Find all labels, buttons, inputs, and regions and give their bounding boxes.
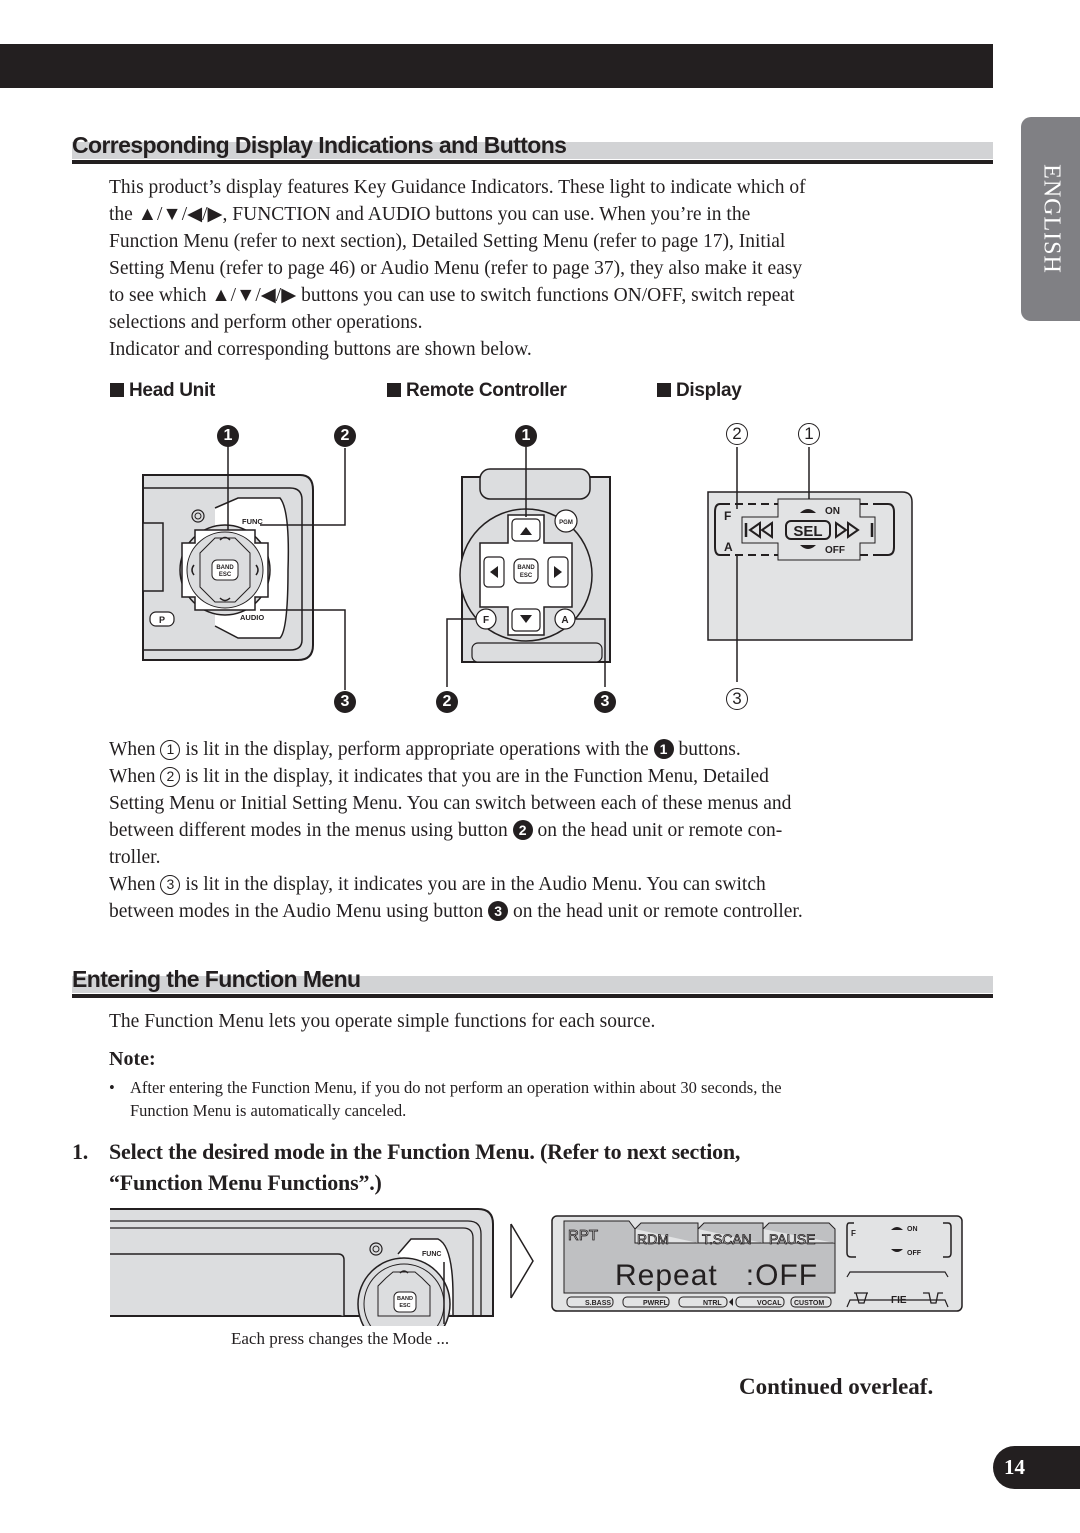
display-a-indicator: A: [724, 540, 733, 554]
lcd-off-indicator: OFF: [907, 1250, 922, 1257]
section-title: Corresponding Display Indications and Bu…: [72, 132, 567, 158]
eq-preset: S.BASS: [585, 1300, 611, 1307]
head-unit-label: Head Unit: [110, 380, 215, 402]
eq-preset: NTRL: [703, 1300, 722, 1307]
section-heading-display-indications: Corresponding Display Indications and Bu…: [72, 132, 993, 164]
display-off-indicator: OFF: [825, 545, 845, 556]
remote-a-label: A: [561, 615, 568, 626]
intro-paragraph: This product’s display features Key Guid…: [109, 177, 806, 360]
arrow-right-icon: [510, 1223, 534, 1299]
lcd-fie-indicator: FIE: [891, 1295, 907, 1306]
callout-outline-1: 1: [798, 423, 820, 445]
continued-overleaf: Continued overleaf.: [739, 1374, 934, 1399]
lcd-tab-tscan: T.SCAN: [702, 1231, 752, 1247]
section-title: Entering the Function Menu: [72, 966, 361, 992]
language-tab: ENGLISH: [1021, 117, 1080, 321]
display-figure: F A ON OFF SEL: [707, 447, 913, 682]
remote-band-label: BAND: [517, 565, 535, 571]
lcd-tab-rpt: RPT: [568, 1227, 598, 1244]
display-label: Display: [657, 380, 742, 402]
func-label: FUNC: [422, 1251, 441, 1258]
inline-callout-outline-3: 3: [160, 875, 181, 895]
lcd-main-text: Repeat :OFF: [615, 1259, 818, 1292]
eq-preset: VOCAL: [757, 1300, 782, 1307]
eq-preset: CUSTOM: [794, 1300, 824, 1307]
inline-callout-filled-2: 2: [512, 820, 533, 840]
band-label: BAND: [397, 1296, 413, 1302]
band-label: BAND: [216, 565, 234, 571]
head-unit-partial-figure: FUNC BAND ESC: [110, 1208, 494, 1326]
callout-filled-3: 3: [594, 691, 616, 713]
square-bullet-icon: [110, 383, 124, 397]
head-unit-figure: FUNC AUDIO BAND ESC P: [142, 440, 346, 690]
esc-label: ESC: [219, 572, 232, 578]
inline-callout-filled-3: 3: [488, 901, 509, 921]
remote-esc-label: ESC: [520, 573, 533, 579]
callout-outline-2: 2: [726, 423, 748, 445]
lcd-on-indicator: ON: [907, 1226, 918, 1233]
figure-caption: Each press changes the Mode ...: [231, 1329, 450, 1348]
note-item: • After entering the Function Menu, if yo…: [109, 1078, 782, 1120]
display-on-indicator: ON: [825, 506, 840, 517]
header-bar: [0, 44, 993, 88]
display-sel-indicator: SEL: [793, 523, 822, 540]
remote-controller-figure: BAND ESC PGM F A: [446, 447, 611, 687]
lcd-tab-rdm: RDM: [637, 1231, 669, 1247]
display-f-indicator: F: [724, 509, 731, 523]
pgm-label: PGM: [559, 520, 573, 526]
callout-filled-3: 3: [334, 691, 356, 713]
square-bullet-icon: [387, 383, 401, 397]
function-menu-intro: The Function Menu lets you operate simpl…: [109, 1011, 656, 1032]
step-number: 1.: [72, 1139, 89, 1164]
esc-label: ESC: [399, 1303, 410, 1309]
lcd-display-figure: RPT RDM T.SCAN PAUSE Repeat :OFF S.BASS …: [551, 1215, 963, 1312]
callout-outline-3: 3: [726, 688, 748, 710]
inline-callout-filled-1: 1: [653, 739, 674, 759]
language-tab-label: ENGLISH: [1038, 164, 1064, 274]
square-bullet-icon: [657, 383, 671, 397]
section-heading-function-menu: Entering the Function Menu: [72, 966, 993, 998]
remote-f-label: F: [483, 615, 489, 626]
inline-callout-outline-1: 1: [160, 740, 181, 760]
eq-preset: PWRFL: [643, 1300, 669, 1307]
lcd-f-indicator: F: [851, 1229, 856, 1238]
remote-controller-label: Remote Controller: [387, 380, 567, 402]
p-button-label: P: [159, 615, 165, 625]
callout-filled-2: 2: [436, 691, 458, 713]
lcd-tab-pause: PAUSE: [769, 1231, 815, 1247]
callout-filled-1: 1: [515, 425, 537, 447]
note-title: Note:: [109, 1048, 156, 1070]
page-number: 14: [993, 1446, 1080, 1489]
bullet-icon: •: [109, 1078, 115, 1097]
indicator-explanation: When 1 is lit in the display, perform ap…: [109, 739, 803, 922]
step-1: 1. Select the desired mode in the Functi…: [72, 1136, 932, 1198]
inline-callout-outline-2: 2: [160, 767, 181, 787]
audio-label: AUDIO: [240, 613, 264, 622]
